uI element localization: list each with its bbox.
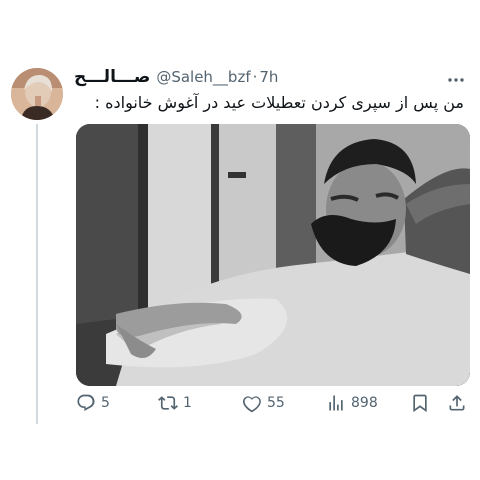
- like-icon: [242, 396, 261, 413]
- like-button[interactable]: 55: [242, 393, 285, 413]
- share-button[interactable]: [447, 393, 467, 413]
- tweet-header: صـــالـــح @Saleh__bzf · 7h: [74, 66, 278, 88]
- retweet-button[interactable]: 1: [158, 393, 192, 413]
- reply-button[interactable]: 5: [76, 393, 110, 413]
- bookmark-icon: [413, 394, 427, 413]
- reply-count: 5: [101, 395, 110, 411]
- display-name[interactable]: صـــالـــح: [74, 67, 150, 87]
- retweet-count: 1: [183, 395, 192, 411]
- avatar[interactable]: [11, 68, 63, 120]
- views-button[interactable]: 898: [326, 393, 378, 413]
- retweet-icon: [158, 396, 178, 410]
- more-options-button[interactable]: [447, 68, 465, 87]
- like-count: 55: [267, 395, 285, 411]
- tweet-text: من پس از سپری کردن تعطیلات عید در آغوش خ…: [94, 93, 464, 112]
- action-bar: 5 1 55 898: [76, 393, 470, 419]
- share-icon: [449, 395, 465, 411]
- timestamp[interactable]: 7h: [259, 68, 278, 86]
- thread-line: [36, 124, 38, 424]
- separator-dot: ·: [252, 68, 258, 86]
- views-count: 898: [351, 395, 378, 411]
- tweet-photo[interactable]: [76, 124, 470, 386]
- bookmark-button[interactable]: [410, 393, 430, 413]
- views-icon: [329, 395, 343, 411]
- photo-image: [76, 124, 470, 386]
- avatar-image: [11, 68, 63, 120]
- user-handle[interactable]: @Saleh__bzf: [156, 68, 250, 86]
- more-horizontal-icon: [448, 78, 464, 82]
- reply-icon: [77, 394, 95, 411]
